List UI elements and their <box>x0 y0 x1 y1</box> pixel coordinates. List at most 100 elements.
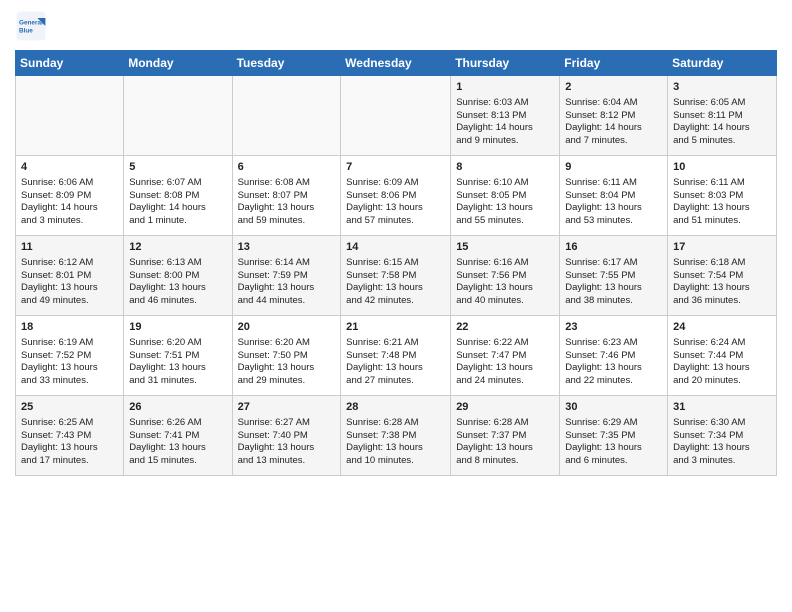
day-info: Sunrise: 6:25 AM Sunset: 7:43 PM Dayligh… <box>21 417 118 468</box>
day-info: Sunrise: 6:20 AM Sunset: 7:51 PM Dayligh… <box>129 337 226 388</box>
weekday-header-monday: Monday <box>124 51 232 76</box>
day-number: 27 <box>238 400 336 415</box>
day-number: 6 <box>238 160 336 175</box>
day-info: Sunrise: 6:14 AM Sunset: 7:59 PM Dayligh… <box>238 257 336 308</box>
logo: General Blue <box>15 10 47 42</box>
calendar-table: SundayMondayTuesdayWednesdayThursdayFrid… <box>15 50 777 476</box>
calendar-cell <box>124 76 232 156</box>
day-number: 19 <box>129 320 226 335</box>
day-number: 3 <box>673 80 771 95</box>
day-info: Sunrise: 6:11 AM Sunset: 8:04 PM Dayligh… <box>565 177 662 228</box>
day-number: 31 <box>673 400 771 415</box>
day-number: 20 <box>238 320 336 335</box>
day-info: Sunrise: 6:28 AM Sunset: 7:38 PM Dayligh… <box>346 417 445 468</box>
calendar-cell: 14 Sunrise: 6:15 AM Sunset: 7:58 PM Dayli… <box>341 236 451 316</box>
calendar-cell: 16 Sunrise: 6:17 AM Sunset: 7:55 PM Dayli… <box>560 236 668 316</box>
calendar-cell: 2 Sunrise: 6:04 AM Sunset: 8:12 PM Daylig… <box>560 76 668 156</box>
calendar-cell: 4Sunrise: 6:06 AM Sunset: 8:09 PM Daylig… <box>16 156 124 236</box>
day-info: Sunrise: 6:19 AM Sunset: 7:52 PM Dayligh… <box>21 337 118 388</box>
calendar-cell: 8 Sunrise: 6:10 AM Sunset: 8:05 PM Daylig… <box>451 156 560 236</box>
day-number: 12 <box>129 240 226 255</box>
weekday-header-row: SundayMondayTuesdayWednesdayThursdayFrid… <box>16 51 777 76</box>
calendar-cell: 15Sunrise: 6:16 AM Sunset: 7:56 PM Dayli… <box>451 236 560 316</box>
calendar-cell: 29 Sunrise: 6:28 AM Sunset: 7:37 PM Dayli… <box>451 396 560 476</box>
day-number: 8 <box>456 160 554 175</box>
calendar-cell: 1Sunrise: 6:03 AM Sunset: 8:13 PM Daylig… <box>451 76 560 156</box>
day-number: 18 <box>21 320 118 335</box>
day-info: Sunrise: 6:28 AM Sunset: 7:37 PM Dayligh… <box>456 417 554 468</box>
day-number: 28 <box>346 400 445 415</box>
calendar-cell: 27 Sunrise: 6:27 AM Sunset: 7:40 PM Dayli… <box>232 396 341 476</box>
day-number: 10 <box>673 160 771 175</box>
day-number: 14 <box>346 240 445 255</box>
day-number: 23 <box>565 320 662 335</box>
calendar-cell: 25Sunrise: 6:25 AM Sunset: 7:43 PM Dayli… <box>16 396 124 476</box>
day-info: Sunrise: 6:09 AM Sunset: 8:06 PM Dayligh… <box>346 177 445 228</box>
day-info: Sunrise: 6:15 AM Sunset: 7:58 PM Dayligh… <box>346 257 445 308</box>
day-info: Sunrise: 6:18 AM Sunset: 7:54 PM Dayligh… <box>673 257 771 308</box>
day-number: 11 <box>21 240 118 255</box>
svg-text:Blue: Blue <box>19 27 33 34</box>
day-info: Sunrise: 6:29 AM Sunset: 7:35 PM Dayligh… <box>565 417 662 468</box>
calendar-week-3: 11 Sunrise: 6:12 AM Sunset: 8:01 PM Dayli… <box>16 236 777 316</box>
calendar-cell: 7 Sunrise: 6:09 AM Sunset: 8:06 PM Daylig… <box>341 156 451 236</box>
calendar-cell: 11 Sunrise: 6:12 AM Sunset: 8:01 PM Dayli… <box>16 236 124 316</box>
day-info: Sunrise: 6:04 AM Sunset: 8:12 PM Dayligh… <box>565 97 662 148</box>
calendar-week-5: 25Sunrise: 6:25 AM Sunset: 7:43 PM Dayli… <box>16 396 777 476</box>
day-info: Sunrise: 6:26 AM Sunset: 7:41 PM Dayligh… <box>129 417 226 468</box>
calendar-cell: 12 Sunrise: 6:13 AM Sunset: 8:00 PM Dayli… <box>124 236 232 316</box>
day-number: 30 <box>565 400 662 415</box>
day-number: 26 <box>129 400 226 415</box>
day-info: Sunrise: 6:21 AM Sunset: 7:48 PM Dayligh… <box>346 337 445 388</box>
day-info: Sunrise: 6:08 AM Sunset: 8:07 PM Dayligh… <box>238 177 336 228</box>
calendar-cell: 20 Sunrise: 6:20 AM Sunset: 7:50 PM Dayli… <box>232 316 341 396</box>
day-info: Sunrise: 6:30 AM Sunset: 7:34 PM Dayligh… <box>673 417 771 468</box>
day-info: Sunrise: 6:24 AM Sunset: 7:44 PM Dayligh… <box>673 337 771 388</box>
day-number: 4 <box>21 160 118 175</box>
calendar-cell: 19 Sunrise: 6:20 AM Sunset: 7:51 PM Dayli… <box>124 316 232 396</box>
day-info: Sunrise: 6:22 AM Sunset: 7:47 PM Dayligh… <box>456 337 554 388</box>
calendar-cell <box>16 76 124 156</box>
day-info: Sunrise: 6:20 AM Sunset: 7:50 PM Dayligh… <box>238 337 336 388</box>
day-info: Sunrise: 6:03 AM Sunset: 8:13 PM Dayligh… <box>456 97 554 148</box>
day-info: Sunrise: 6:17 AM Sunset: 7:55 PM Dayligh… <box>565 257 662 308</box>
day-number: 2 <box>565 80 662 95</box>
weekday-header-friday: Friday <box>560 51 668 76</box>
day-info: Sunrise: 6:07 AM Sunset: 8:08 PM Dayligh… <box>129 177 226 228</box>
calendar-week-1: 1Sunrise: 6:03 AM Sunset: 8:13 PM Daylig… <box>16 76 777 156</box>
day-number: 22 <box>456 320 554 335</box>
day-info: Sunrise: 6:12 AM Sunset: 8:01 PM Dayligh… <box>21 257 118 308</box>
weekday-header-saturday: Saturday <box>668 51 777 76</box>
weekday-header-sunday: Sunday <box>16 51 124 76</box>
day-number: 7 <box>346 160 445 175</box>
calendar-cell: 22 Sunrise: 6:22 AM Sunset: 7:47 PM Dayli… <box>451 316 560 396</box>
calendar-cell: 31 Sunrise: 6:30 AM Sunset: 7:34 PM Dayli… <box>668 396 777 476</box>
calendar-cell <box>232 76 341 156</box>
day-number: 16 <box>565 240 662 255</box>
day-info: Sunrise: 6:27 AM Sunset: 7:40 PM Dayligh… <box>238 417 336 468</box>
calendar-cell: 13 Sunrise: 6:14 AM Sunset: 7:59 PM Dayli… <box>232 236 341 316</box>
day-info: Sunrise: 6:16 AM Sunset: 7:56 PM Dayligh… <box>456 257 554 308</box>
day-info: Sunrise: 6:23 AM Sunset: 7:46 PM Dayligh… <box>565 337 662 388</box>
day-number: 24 <box>673 320 771 335</box>
day-number: 13 <box>238 240 336 255</box>
day-number: 9 <box>565 160 662 175</box>
header: General Blue <box>15 10 777 42</box>
day-number: 29 <box>456 400 554 415</box>
calendar-cell: 18 Sunrise: 6:19 AM Sunset: 7:52 PM Dayli… <box>16 316 124 396</box>
weekday-header-tuesday: Tuesday <box>232 51 341 76</box>
day-number: 21 <box>346 320 445 335</box>
calendar-cell: 3Sunrise: 6:05 AM Sunset: 8:11 PM Daylig… <box>668 76 777 156</box>
calendar-cell: 21 Sunrise: 6:21 AM Sunset: 7:48 PM Dayli… <box>341 316 451 396</box>
logo-icon: General Blue <box>15 10 47 42</box>
calendar-cell: 23 Sunrise: 6:23 AM Sunset: 7:46 PM Dayli… <box>560 316 668 396</box>
svg-text:General: General <box>19 19 43 26</box>
day-info: Sunrise: 6:13 AM Sunset: 8:00 PM Dayligh… <box>129 257 226 308</box>
calendar-cell: 24 Sunrise: 6:24 AM Sunset: 7:44 PM Dayli… <box>668 316 777 396</box>
calendar-week-2: 4Sunrise: 6:06 AM Sunset: 8:09 PM Daylig… <box>16 156 777 236</box>
day-number: 5 <box>129 160 226 175</box>
day-info: Sunrise: 6:10 AM Sunset: 8:05 PM Dayligh… <box>456 177 554 228</box>
calendar-cell <box>341 76 451 156</box>
calendar-cell: 9 Sunrise: 6:11 AM Sunset: 8:04 PM Daylig… <box>560 156 668 236</box>
calendar-cell: 28 Sunrise: 6:28 AM Sunset: 7:38 PM Dayli… <box>341 396 451 476</box>
